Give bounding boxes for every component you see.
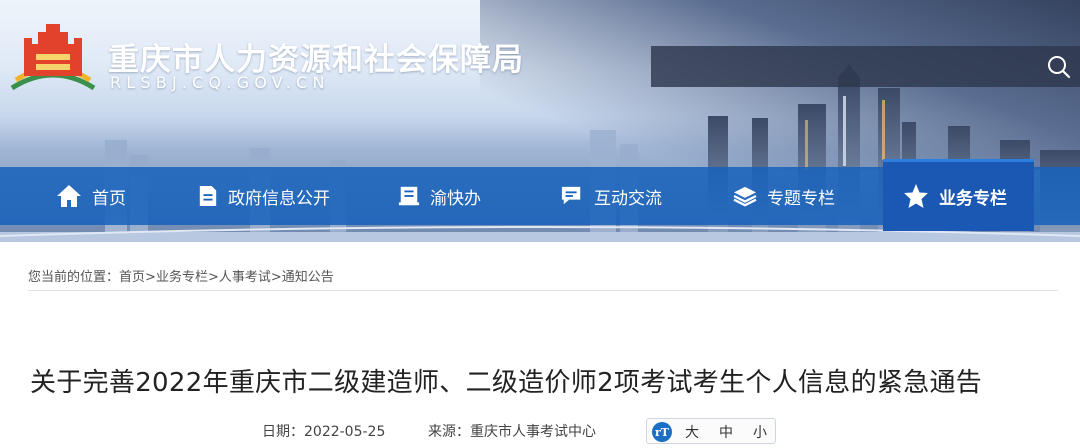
- layers-icon: [733, 186, 757, 207]
- search-icon[interactable]: [1046, 54, 1072, 80]
- breadcrumb-separator: >: [207, 270, 219, 285]
- nav-item-label: 首页: [92, 188, 126, 209]
- nav-item-yukuaiban[interactable]: 渝快办: [398, 167, 481, 225]
- font-size-small-button[interactable]: 小: [753, 422, 767, 442]
- article-meta: 日期：2022-05-25 来源：重庆市人事考试中心 rT 大 中 小: [0, 418, 1080, 444]
- nav-item-gov-info[interactable]: 政府信息公开: [198, 167, 330, 225]
- document-icon: [199, 186, 217, 206]
- article-source: 来源：重庆市人事考试中心: [428, 424, 596, 440]
- nav-item-label: 政府信息公开: [228, 188, 330, 209]
- site-domain: RLSBJ.CQ.GOV.CN: [110, 73, 330, 92]
- breadcrumb-prefix: 您当前的位置：: [28, 270, 120, 285]
- search-bar[interactable]: [651, 46, 1080, 87]
- chat-icon: [561, 186, 581, 205]
- article-title: 关于完善2022年重庆市二级建造师、二级造价师2项考试考生个人信息的紧急通告: [30, 368, 983, 398]
- breadcrumb-link-notices[interactable]: 通知公告: [282, 270, 334, 285]
- breadcrumb-separator: >: [145, 270, 156, 285]
- breadcrumb: 您当前的位置：首页>业务专栏>人事考试>通知公告: [28, 266, 334, 285]
- font-size-icon: rT: [652, 422, 672, 442]
- breadcrumb-link-home[interactable]: 首页: [119, 270, 145, 285]
- star-icon: [904, 184, 928, 208]
- font-size-medium-button[interactable]: 中: [719, 422, 733, 442]
- book-icon: [398, 186, 420, 206]
- nav-item-label: 渝快办: [430, 188, 481, 209]
- font-size-large-button[interactable]: 大: [685, 422, 699, 442]
- city-gate-logo-icon: [10, 24, 96, 91]
- breadcrumb-divider: [28, 290, 1058, 291]
- nav-item-topics[interactable]: 专题专栏: [733, 167, 835, 225]
- font-size-switcher: rT 大 中 小: [646, 418, 776, 444]
- nav-item-label: 互动交流: [594, 188, 662, 209]
- breadcrumb-link-personnel-exam[interactable]: 人事考试: [219, 270, 271, 285]
- breadcrumb-separator: >: [270, 270, 282, 285]
- nav-item-label: 业务专栏: [939, 188, 1007, 209]
- nav-item-label: 专题专栏: [767, 188, 835, 209]
- nav-item-home[interactable]: 首页: [56, 167, 126, 225]
- nav-item-business[interactable]: 业务专栏: [903, 167, 1007, 225]
- breadcrumb-link-business[interactable]: 业务专栏: [156, 270, 208, 285]
- nav-item-interaction[interactable]: 互动交流: [560, 167, 662, 225]
- home-icon: [57, 185, 81, 207]
- article-date: 日期：2022-05-25: [262, 424, 386, 440]
